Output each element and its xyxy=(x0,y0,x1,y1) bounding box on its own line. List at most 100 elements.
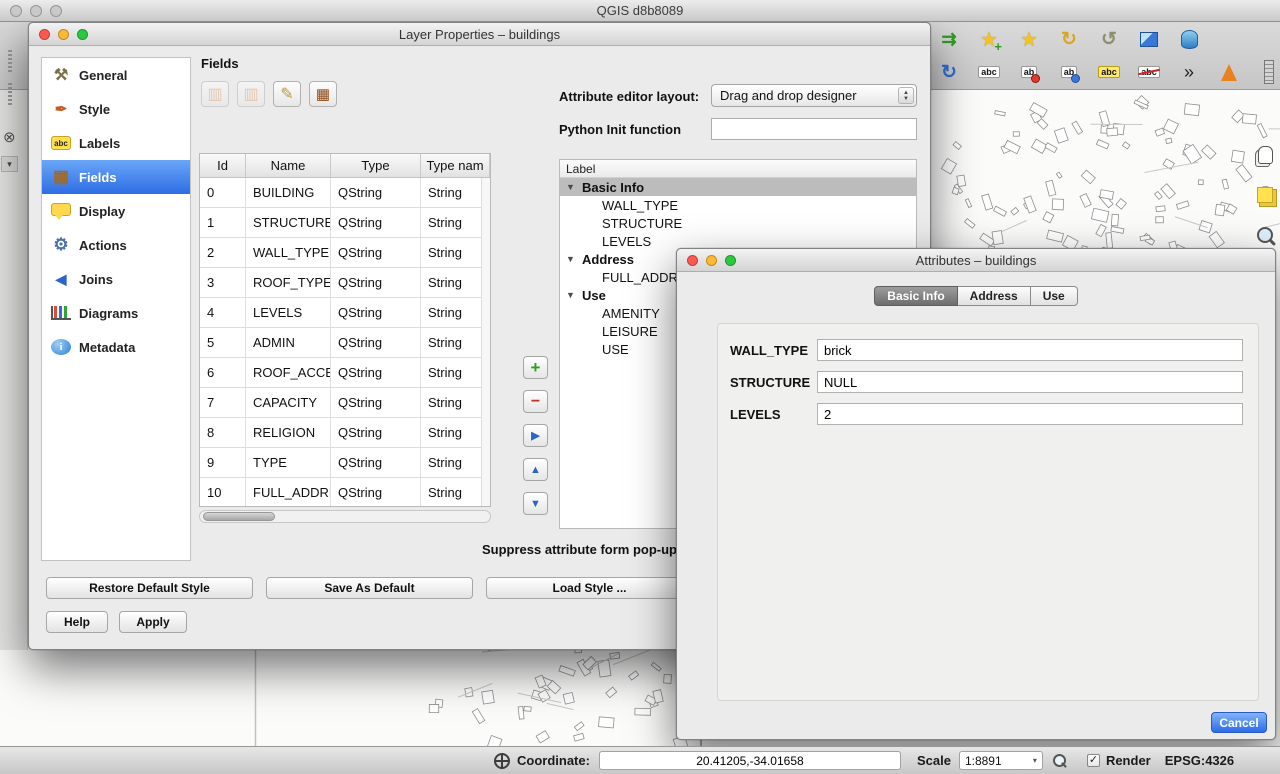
labeling-icon[interactable] xyxy=(976,59,1002,85)
dialog-titlebar[interactable]: Attributes – buildings xyxy=(677,249,1275,272)
tree-column-header[interactable]: Label xyxy=(560,160,916,178)
arrow-up-button[interactable] xyxy=(523,458,548,481)
table-row[interactable]: 7CAPACITYQStringString xyxy=(200,388,490,418)
cancel-button[interactable]: Cancel xyxy=(1211,712,1267,733)
table-row[interactable]: 0BUILDINGQStringString xyxy=(200,178,490,208)
toggle-editing-button[interactable] xyxy=(273,81,301,107)
minimize-window-icon[interactable] xyxy=(58,29,69,40)
close-window-icon[interactable] xyxy=(39,29,50,40)
zoom-window-icon[interactable] xyxy=(77,29,88,40)
arrow-right-icon xyxy=(531,429,539,442)
coordinate-input[interactable] xyxy=(599,751,901,770)
load-style-button[interactable]: Load Style ... xyxy=(486,577,693,599)
horizontal-scrollbar[interactable] xyxy=(199,510,491,523)
levels-field[interactable] xyxy=(817,403,1243,425)
scrollbar-thumb[interactable] xyxy=(203,512,275,521)
table-row[interactable]: 5ADMINQStringString xyxy=(200,328,490,358)
highlight-labels-icon[interactable] xyxy=(1096,59,1122,85)
scale-combo[interactable]: 1:8891 xyxy=(959,751,1043,770)
sidebar-item-style[interactable]: Style xyxy=(42,92,190,126)
structure-field[interactable] xyxy=(817,371,1243,393)
minimize-window-icon[interactable] xyxy=(30,5,42,17)
python-init-input[interactable] xyxy=(711,118,917,140)
table-row[interactable]: 8RELIGIONQStringString xyxy=(200,418,490,448)
tab-address[interactable]: Address xyxy=(958,286,1031,306)
hand-icon[interactable] xyxy=(1252,142,1278,168)
zoom-window-icon[interactable] xyxy=(725,255,736,266)
tree-item-structure[interactable]: STRUCTURE xyxy=(560,214,916,232)
new-column-button[interactable] xyxy=(201,81,229,107)
sticky-note-icon[interactable] xyxy=(1252,182,1278,208)
pin-labels-icon[interactable] xyxy=(1016,59,1042,85)
table-row[interactable]: 9TYPEQStringString xyxy=(200,448,490,478)
minus-button[interactable] xyxy=(523,390,548,413)
tree-item-basic-info[interactable]: Basic Info xyxy=(560,178,916,196)
arrow-right-button[interactable] xyxy=(523,424,548,447)
column-header[interactable]: Type nam xyxy=(421,154,490,177)
fields-icon xyxy=(51,167,71,187)
table-row[interactable]: 2WALL_TYPEQStringString xyxy=(200,238,490,268)
select-rectangle-icon[interactable] xyxy=(1136,26,1162,52)
dialog-titlebar[interactable]: Layer Properties – buildings xyxy=(29,23,930,46)
ruler-icon[interactable] xyxy=(1256,59,1280,85)
disclosure-triangle-icon[interactable] xyxy=(566,254,575,264)
toolbar-drag-handle[interactable] xyxy=(8,83,12,105)
overflow-chevron-icon[interactable] xyxy=(1176,59,1202,85)
magnifier-icon[interactable] xyxy=(1252,222,1278,248)
disclosure-triangle-icon[interactable] xyxy=(566,182,575,192)
wall-type-field[interactable] xyxy=(817,339,1243,361)
refresh-yellow-icon[interactable] xyxy=(1056,26,1082,52)
strike-labels-icon[interactable] xyxy=(1136,59,1162,85)
collapse-panel-icon[interactable] xyxy=(1,156,18,172)
table-row[interactable]: 6ROOF_ACCESQStringString xyxy=(200,358,490,388)
sidebar-item-labels[interactable]: Labels xyxy=(42,126,190,160)
epsg-status[interactable]: EPSG:4326 xyxy=(1165,753,1234,768)
field-calculator-button[interactable] xyxy=(309,81,337,107)
plus-button[interactable] xyxy=(523,356,548,379)
tab-basic-info[interactable]: Basic Info xyxy=(874,286,957,306)
sidebar-item-general[interactable]: General xyxy=(42,58,190,92)
render-toggle[interactable]: ✓ Render xyxy=(1087,753,1151,768)
restore-default-style-button[interactable]: Restore Default Style xyxy=(46,577,253,599)
cone-icon[interactable] xyxy=(1216,59,1242,85)
table-row[interactable]: 4LEVELSQStringString xyxy=(200,298,490,328)
render-checkbox[interactable]: ✓ xyxy=(1087,754,1100,767)
redraw-icon[interactable] xyxy=(936,59,962,85)
help-button[interactable]: Help xyxy=(46,611,108,633)
magnifier-icon[interactable] xyxy=(1051,752,1069,770)
new-bookmark-icon[interactable] xyxy=(976,26,1002,52)
zoom-window-icon[interactable] xyxy=(50,5,62,17)
extent-marker-icon[interactable] xyxy=(494,753,510,769)
tab-use[interactable]: Use xyxy=(1031,286,1078,306)
attribute-editor-layout-select[interactable]: Drag and drop designer xyxy=(711,84,917,107)
disclosure-triangle-icon[interactable] xyxy=(566,290,575,300)
tree-item-wall-type[interactable]: WALL_TYPE xyxy=(560,196,916,214)
minimize-window-icon[interactable] xyxy=(706,255,717,266)
delete-column-button[interactable] xyxy=(237,81,265,107)
close-window-icon[interactable] xyxy=(687,255,698,266)
save-as-default-button[interactable]: Save As Default xyxy=(266,577,473,599)
show-bookmarks-icon[interactable] xyxy=(1016,26,1042,52)
table-row[interactable]: 1STRUCTUREQStringString xyxy=(200,208,490,238)
close-window-icon[interactable] xyxy=(10,5,22,17)
sidebar-item-fields[interactable]: Fields xyxy=(42,160,190,194)
zoom-last-icon[interactable] xyxy=(1096,26,1122,52)
column-header[interactable]: Type xyxy=(331,154,421,177)
move-feature-icon[interactable] xyxy=(936,26,962,52)
table-vertical-scrollbar[interactable] xyxy=(481,178,490,506)
table-row[interactable]: 10FULL_ADDREQStringString xyxy=(200,478,490,507)
apply-button[interactable]: Apply xyxy=(119,611,187,633)
sidebar-item-diagrams[interactable]: Diagrams xyxy=(42,296,190,330)
arrow-down-button[interactable] xyxy=(523,492,548,515)
table-row[interactable]: 3ROOF_TYPEQStringString xyxy=(200,268,490,298)
close-panel-icon[interactable] xyxy=(3,128,16,146)
sidebar-item-actions[interactable]: Actions xyxy=(42,228,190,262)
toolbar-drag-handle[interactable] xyxy=(8,50,12,72)
column-header[interactable]: Name xyxy=(246,154,331,177)
column-header[interactable]: Id xyxy=(200,154,246,177)
move-label-icon[interactable] xyxy=(1056,59,1082,85)
sidebar-item-metadata[interactable]: Metadata xyxy=(42,330,190,364)
db-manager-icon[interactable] xyxy=(1176,26,1202,52)
sidebar-item-joins[interactable]: Joins xyxy=(42,262,190,296)
sidebar-item-display[interactable]: Display xyxy=(42,194,190,228)
